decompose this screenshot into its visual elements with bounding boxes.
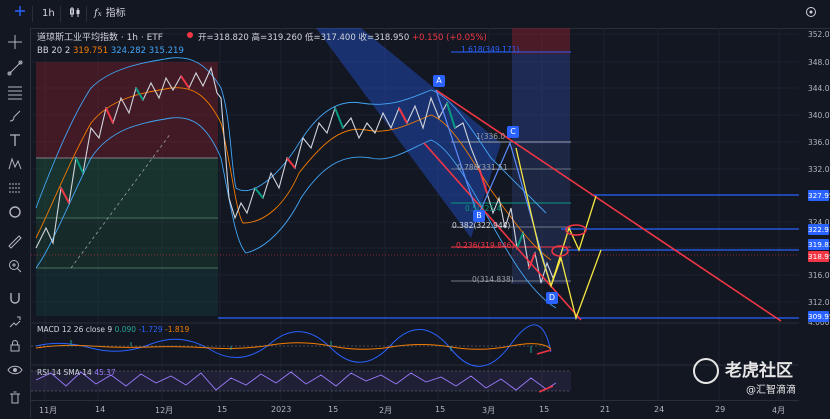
bb-upper: 324.282 bbox=[110, 46, 147, 56]
price-tick: 352.000 bbox=[808, 30, 830, 39]
plus-icon[interactable] bbox=[10, 5, 30, 23]
wave-label-b[interactable]: B bbox=[473, 210, 485, 222]
wave-label-a[interactable]: A bbox=[433, 75, 445, 87]
top-toolbar: 1h fx 指标 bbox=[0, 0, 830, 29]
lock-drawing-icon[interactable] bbox=[7, 314, 23, 330]
brand-name: 老虎社区 bbox=[725, 361, 793, 381]
prediction-icon[interactable] bbox=[7, 180, 23, 196]
open-value: 318.820 bbox=[213, 33, 249, 43]
interval-button[interactable]: 1h bbox=[38, 5, 59, 23]
time-tick: 3月 bbox=[482, 406, 496, 415]
rsi-legend[interactable]: RSI 14 SMA 14 45.37 bbox=[37, 368, 116, 377]
wave-label-d[interactable]: D bbox=[546, 292, 558, 304]
function-icon: fx bbox=[94, 8, 102, 19]
rsi-value: 45.37 bbox=[94, 368, 116, 377]
symbol-title: 道琼斯工业平均指数 · 1h · ETF bbox=[37, 33, 163, 43]
chart-canvas bbox=[31, 28, 799, 400]
price-tag: 319.836 bbox=[808, 239, 830, 250]
price-tick: 340.000 bbox=[808, 111, 830, 120]
time-tick: 4月 bbox=[772, 406, 786, 415]
fib-0-label: 0(314.838) bbox=[472, 275, 514, 284]
time-tick: 12月 bbox=[155, 406, 174, 415]
toolbar-divider bbox=[32, 6, 33, 22]
macd-legend[interactable]: MACD 12 26 close 9 0.090 -1.729 -1.819 bbox=[37, 325, 189, 334]
trash-icon[interactable] bbox=[7, 390, 23, 406]
candles-icon[interactable] bbox=[64, 5, 86, 23]
brand-watermark: 老虎社区 bbox=[693, 356, 793, 384]
price-tag: 309.956 bbox=[808, 311, 830, 322]
price-chart[interactable]: 道琼斯工业平均指数 · 1h · ETF 开=318.820 高=319.260… bbox=[31, 28, 799, 400]
bb-basis: 319.751 bbox=[73, 46, 109, 56]
time-axis[interactable]: 11月 14 12月 15 2023 15 2月 15 3月 15 21 24 … bbox=[31, 400, 799, 419]
price-tag: 322.913 bbox=[808, 224, 830, 235]
close-value: 318.950 bbox=[374, 33, 410, 43]
rsi-label: RSI 14 SMA 14 bbox=[37, 368, 92, 377]
eye-icon[interactable] bbox=[7, 362, 23, 378]
fib-retracement-icon[interactable] bbox=[7, 84, 23, 100]
tiger-logo-icon bbox=[693, 358, 719, 384]
price-tick: 348.000 bbox=[808, 58, 830, 67]
indicators-button[interactable]: fx 指标 bbox=[90, 5, 130, 23]
time-tick: 15 bbox=[435, 405, 446, 414]
time-tick: 29 bbox=[715, 405, 726, 414]
time-tick: 15 bbox=[328, 405, 339, 414]
high-value: 319.260 bbox=[267, 33, 303, 43]
price-axis[interactable]: 352.000 348.000 344.000 340.000 336.000 … bbox=[806, 28, 830, 400]
lock-icon[interactable] bbox=[7, 338, 23, 354]
bb-label: BB 20 2 bbox=[37, 46, 71, 56]
wave-label-c[interactable]: C bbox=[507, 126, 519, 138]
time-tick: 15 bbox=[217, 405, 228, 414]
drawing-toolbar bbox=[0, 28, 31, 418]
fib-0382-label: 0.382(322.944) bbox=[452, 221, 511, 230]
time-tick: 2023 bbox=[271, 405, 292, 414]
fib-0786-label: 0.786(331.51 bbox=[457, 163, 508, 172]
macd-value: -1.729 bbox=[138, 325, 163, 334]
time-tick: 11月 bbox=[39, 406, 58, 415]
fib-1-label: 1(336.0 bbox=[476, 132, 506, 141]
zoom-in-icon[interactable] bbox=[7, 258, 23, 274]
settings-icon[interactable] bbox=[800, 5, 822, 23]
toolbar-divider bbox=[86, 6, 87, 22]
low-label: 低= bbox=[304, 33, 321, 43]
trendline-icon[interactable] bbox=[7, 60, 23, 76]
time-tick: 15 bbox=[539, 405, 550, 414]
circle-icon[interactable] bbox=[7, 204, 23, 220]
open-label: 开= bbox=[198, 33, 214, 43]
price-tick: 332.000 bbox=[808, 165, 830, 174]
fib-0236-label: 0.236(319.846) bbox=[456, 241, 515, 250]
bb-legend[interactable]: BB 20 2 319.751 324.282 315.219 bbox=[37, 46, 184, 56]
low-value: 317.400 bbox=[320, 33, 356, 43]
ohlc-readout: 开=318.820 高=319.260 低=317.400 收=318.950 … bbox=[198, 31, 487, 43]
price-tick: 344.000 bbox=[808, 84, 830, 93]
magnet-icon[interactable] bbox=[7, 290, 23, 306]
price-tick: 336.000 bbox=[808, 138, 830, 147]
macd-signal: -1.819 bbox=[165, 325, 190, 334]
price-tick: 316.000 bbox=[808, 271, 830, 280]
macd-label: MACD 12 26 close 9 bbox=[37, 325, 113, 334]
fib-1618-label: 1.618(349.171) bbox=[461, 45, 520, 54]
macd-hist: 0.090 bbox=[114, 325, 137, 334]
price-tick: 312.000 bbox=[808, 298, 830, 307]
time-tick: 2月 bbox=[379, 406, 393, 415]
time-tick: 24 bbox=[654, 405, 665, 414]
ruler-icon[interactable] bbox=[7, 234, 23, 250]
brush-icon[interactable] bbox=[7, 108, 23, 124]
current-price-tag: 318.950 bbox=[808, 251, 830, 262]
pattern-icon[interactable] bbox=[7, 156, 23, 172]
indicators-label: 指标 bbox=[105, 8, 126, 19]
user-watermark: @汇智滴滴 bbox=[746, 385, 796, 396]
high-label: 高= bbox=[251, 33, 268, 43]
price-tag: 327.957 bbox=[808, 190, 830, 201]
toolbar-divider bbox=[60, 6, 61, 22]
close-label: 收= bbox=[358, 33, 375, 43]
change-value: +0.150 (+0.05%) bbox=[411, 33, 487, 43]
time-tick: 21 bbox=[600, 405, 611, 414]
bb-lower: 315.219 bbox=[148, 46, 184, 56]
text-icon[interactable] bbox=[7, 132, 23, 148]
profit-zone-box bbox=[36, 158, 218, 218]
crosshair-icon[interactable] bbox=[7, 34, 23, 50]
time-tick: 14 bbox=[95, 405, 106, 414]
status-dot bbox=[187, 31, 193, 41]
